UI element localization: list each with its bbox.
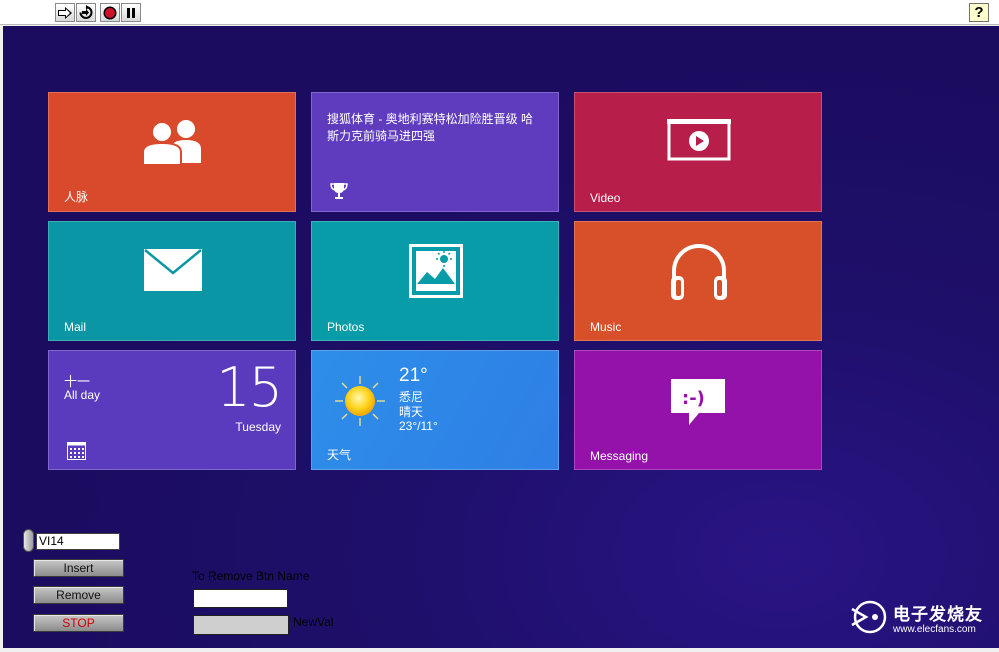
help-icon: ? — [974, 4, 984, 21]
insert-button[interactable]: Insert — [33, 559, 124, 577]
tile-contacts-label: 人脉 — [64, 190, 89, 204]
tile-calendar[interactable]: 十一 All day 15 Tuesday — [48, 350, 296, 470]
weather-temperature: 21° — [399, 365, 428, 386]
tile-messaging[interactable]: :-) Messaging — [574, 350, 822, 470]
vi-toolbar: ? — [0, 0, 999, 25]
remove-btn-name-label: To Remove Btn Name — [192, 569, 310, 583]
watermark-logo: 电子发烧友 www.elecfans.com — [849, 596, 989, 642]
tile-photos-label: Photos — [327, 320, 365, 334]
context-help-button[interactable]: ? — [969, 3, 989, 22]
photo-icon — [409, 244, 463, 298]
pause-icon — [127, 7, 135, 18]
abort-icon — [103, 6, 117, 19]
abort-button[interactable] — [100, 3, 120, 22]
weather-range: 23°/11° — [399, 419, 438, 433]
elecfans-logo-icon — [851, 600, 887, 634]
remove-button[interactable]: Remove — [33, 586, 124, 604]
tile-music-label: Music — [590, 320, 622, 334]
ring-increment-decrement[interactable] — [23, 529, 34, 552]
tile-video[interactable]: Video — [574, 92, 822, 212]
tile-video-label: Video — [590, 191, 621, 205]
messaging-icon: :-) — [671, 379, 725, 425]
tile-messaging-label: Messaging — [590, 449, 649, 463]
svg-text::-): :-) — [682, 388, 705, 409]
tile-mail[interactable]: Mail — [48, 221, 296, 341]
tile-weather[interactable]: 21° 悉尼 晴天 23°/11° 天气 — [311, 350, 559, 470]
vi-ring-control[interactable]: VI14 — [36, 533, 120, 550]
headphones-icon — [671, 244, 727, 300]
weather-condition: 晴天 — [399, 405, 424, 419]
watermark-cn: 电子发烧友 — [893, 605, 983, 624]
calendar-icon — [67, 442, 86, 460]
tile-weather-label: 天气 — [327, 448, 352, 462]
tile-news[interactable]: 搜狐体育 - 奥地利赛特松加险胜晋级 哈斯力克前骑马进四强 — [311, 92, 559, 212]
tile-contacts[interactable]: 人脉 — [48, 92, 296, 212]
tile-photos[interactable]: Photos — [311, 221, 559, 341]
tile-music[interactable]: Music — [574, 221, 822, 341]
run-continuous-icon — [79, 5, 93, 19]
run-button[interactable] — [55, 3, 75, 22]
sun-icon — [335, 376, 385, 426]
video-icon — [667, 119, 731, 161]
pause-button[interactable] — [121, 3, 141, 22]
stop-button[interactable]: STOP — [33, 614, 124, 632]
newval-indicator — [193, 615, 289, 635]
people-icon — [142, 120, 201, 165]
watermark-url: www.elecfans.com — [893, 624, 976, 635]
calendar-date: 15 — [216, 356, 283, 419]
mail-icon — [144, 249, 202, 291]
front-panel: 人脉 搜狐体育 - 奥地利赛特松加险胜晋级 哈斯力克前骑马进四强 Video M… — [3, 26, 999, 648]
run-continuously-button[interactable] — [76, 3, 96, 22]
trophy-icon — [330, 183, 348, 199]
run-arrow-icon — [58, 6, 72, 19]
calendar-allday: All day — [64, 388, 101, 402]
calendar-day: Tuesday — [235, 420, 281, 434]
news-headline: 搜狐体育 - 奥地利赛特松加险胜晋级 哈斯力克前骑马进四强 — [327, 112, 533, 143]
tile-mail-label: Mail — [64, 320, 87, 334]
remove-btn-name-field[interactable] — [193, 589, 288, 608]
newval-label: NewVal — [293, 615, 334, 629]
